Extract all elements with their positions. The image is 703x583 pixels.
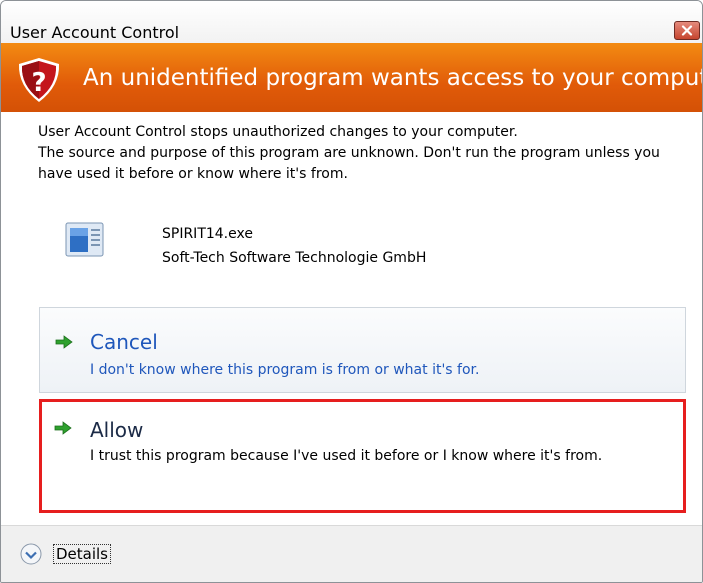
window-title: User Account Control — [10, 23, 180, 42]
shield-warning-icon: ? — [18, 58, 60, 102]
title-bar: User Account Control — [1, 1, 702, 43]
warning-banner: ? An unidentified program wants access t… — [1, 43, 702, 112]
banner-heading: An unidentified program wants access to … — [83, 65, 703, 91]
allow-option-description: I trust this program because I've used i… — [90, 448, 603, 464]
green-arrow-icon — [55, 335, 73, 349]
cancel-option-description: I don't know where this program is from … — [90, 362, 480, 378]
program-name: SPIRIT14.exe — [162, 226, 253, 242]
intro-text: User Account Control stops unauthorized … — [38, 122, 698, 185]
application-icon — [65, 222, 104, 257]
dialog-footer: Details — [1, 525, 702, 582]
allow-option[interactable]: Allow I trust this program because I've … — [39, 399, 686, 513]
cancel-option-title: Cancel — [90, 330, 158, 354]
uac-dialog: User Account Control ? An unidentified p… — [0, 0, 703, 583]
details-button[interactable]: Details — [53, 544, 112, 564]
intro-line-2: The source and purpose of this program a… — [38, 145, 660, 182]
intro-line-1: User Account Control stops unauthorized … — [38, 124, 518, 140]
chevron-down-circle-icon[interactable] — [20, 543, 42, 565]
cancel-option[interactable]: Cancel I don't know where this program i… — [39, 307, 686, 393]
close-icon — [681, 25, 693, 36]
green-arrow-icon — [54, 421, 72, 435]
close-button[interactable] — [674, 21, 700, 40]
svg-text:?: ? — [31, 68, 46, 98]
allow-option-title: Allow — [90, 418, 144, 442]
program-publisher: Soft-Tech Software Technologie GmbH — [162, 250, 427, 266]
